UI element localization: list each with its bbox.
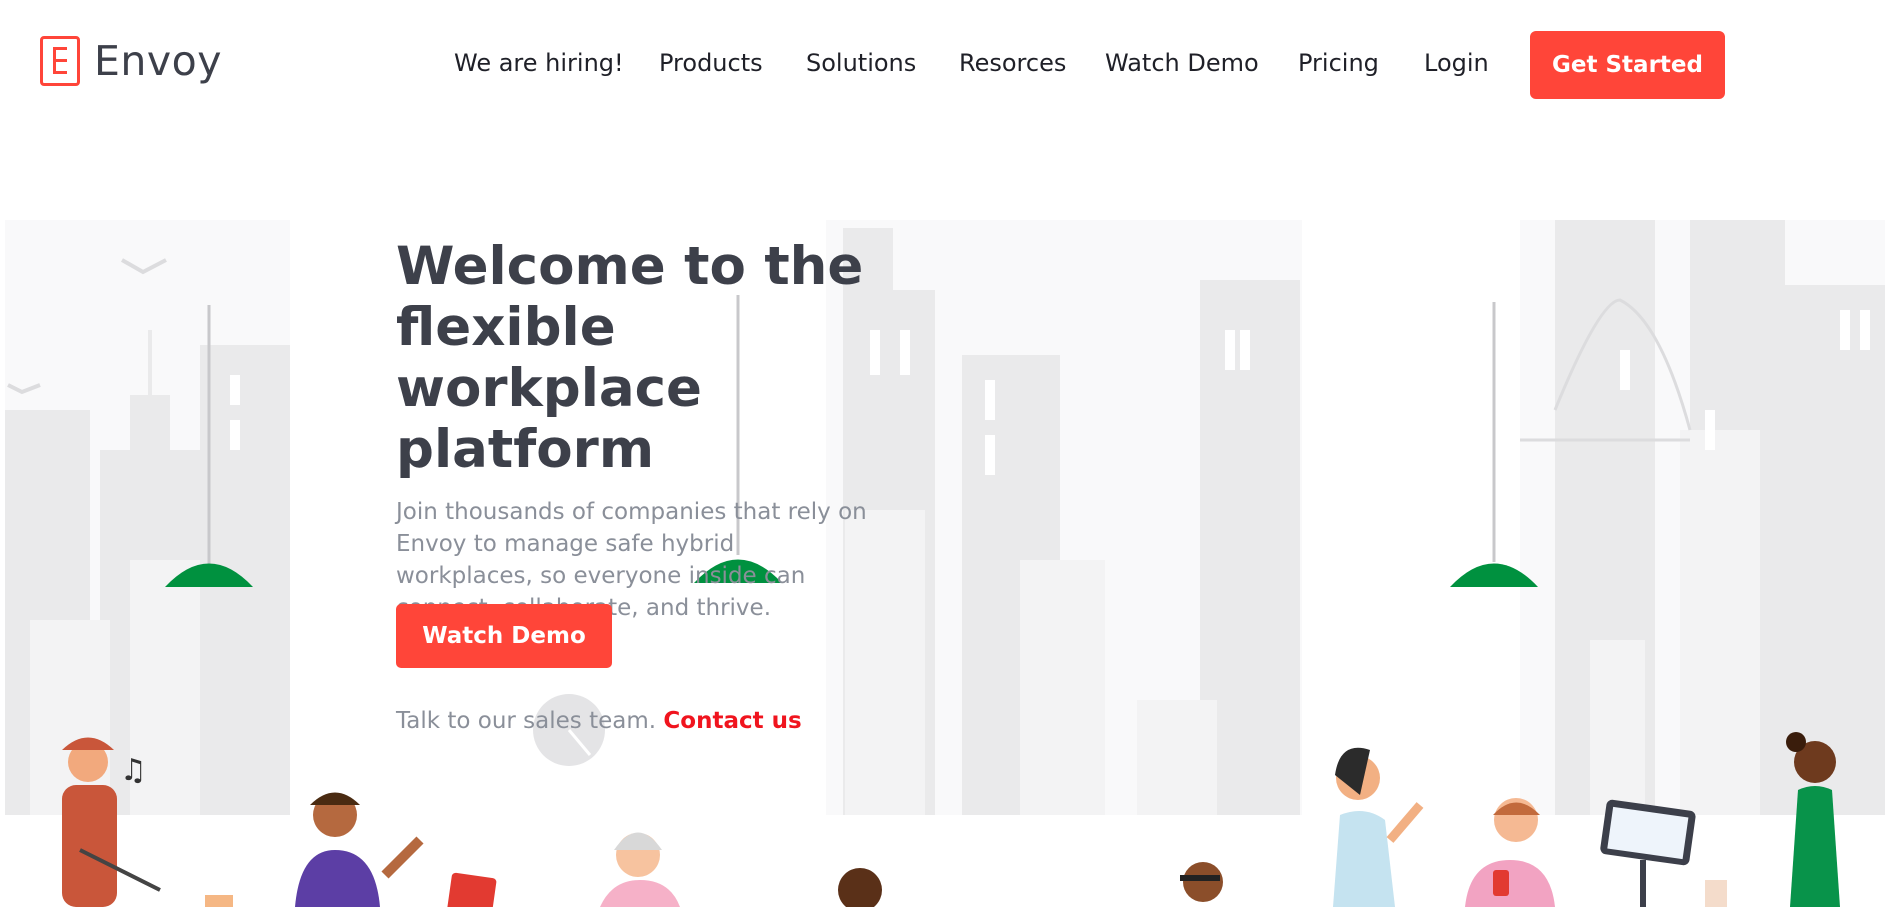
nav-item-watch-demo[interactable]: Watch Demo	[1105, 49, 1259, 77]
envoy-logo-icon	[40, 36, 80, 86]
hero-title-line-2: flexible workplace	[396, 297, 702, 419]
nav-item-hiring[interactable]: We are hiring!	[454, 49, 624, 77]
nav-item-pricing[interactable]: Pricing	[1298, 49, 1379, 77]
envoy-logo[interactable]: Envoy	[40, 36, 222, 86]
brand-name: Envoy	[94, 37, 223, 85]
nav-item-resources[interactable]: Resorces	[959, 49, 1066, 77]
watch-demo-button[interactable]: Watch Demo	[396, 604, 612, 668]
hero-section: Welcome to the flexible workplace platfo…	[396, 236, 876, 624]
hero-title-line-3: platform	[396, 419, 655, 480]
site-header: Envoy We are hiring! Products Solutions …	[0, 0, 1885, 130]
hero-title-line-1: Welcome to the	[396, 236, 864, 297]
nav-item-solutions[interactable]: Solutions	[806, 49, 916, 77]
hero-title: Welcome to the flexible workplace platfo…	[396, 236, 876, 480]
nav-item-products[interactable]: Products	[659, 49, 763, 77]
nav-item-login[interactable]: Login	[1424, 49, 1489, 77]
get-started-button[interactable]: Get Started	[1530, 31, 1725, 99]
people-illustration: ♫	[62, 732, 1840, 907]
svg-text:♫: ♫	[120, 753, 147, 788]
